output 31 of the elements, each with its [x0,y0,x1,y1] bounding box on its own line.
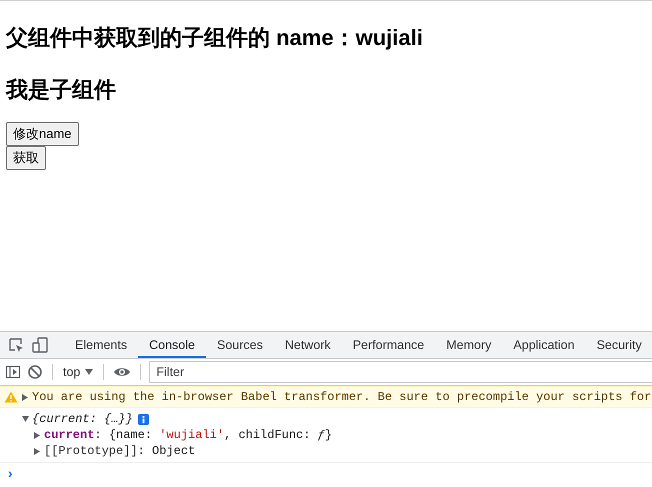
expanded-arrow-icon[interactable] [22,416,30,422]
devtools-tab[interactable]: Security [586,332,652,358]
property-value: : {name: 'wujiali', childFunc: ƒ} [94,428,332,442]
sidebar-icon[interactable] [5,364,21,380]
page-heading: 我是子组件 [6,76,117,104]
collapsed-arrow-icon[interactable] [34,448,42,454]
clear-icon[interactable] [27,364,43,380]
object-summary: {current: {…}} [32,412,133,426]
collapsed-arrow-icon[interactable] [34,432,42,438]
context-dropdown[interactable]: top [59,365,98,379]
property-key: [[Prototype]] [44,444,138,458]
caret-icon [85,369,94,375]
devtools-tab[interactable]: Performance [342,332,436,358]
devtools-tab[interactable]: Elements [64,332,138,358]
warning-text: You are using the in-browser Babel transformer. Be sure to precompile your scripts for [32,390,652,404]
inspect-icon[interactable] [7,336,25,354]
warning-icon [4,391,18,403]
info-icon [138,414,149,424]
devtools-tab[interactable]: Memory [435,332,502,358]
devtools-tab[interactable]: Application [502,332,586,358]
page-button[interactable]: 修改name [6,122,79,146]
page-button[interactable]: 获取 [6,146,46,170]
prompt-icon[interactable]: › [6,467,14,483]
devtools-tab[interactable]: Sources [206,332,274,358]
device-icon[interactable] [31,336,49,354]
filter-field[interactable]: Filter [149,361,652,383]
property-key: current [44,428,94,442]
property-value: : Object [138,444,196,458]
collapsed-arrow-icon[interactable] [22,394,30,400]
devtools-tab[interactable]: Network [274,332,342,358]
page-heading: 父组件中获取到的子组件的 name：wujiali [6,24,424,52]
